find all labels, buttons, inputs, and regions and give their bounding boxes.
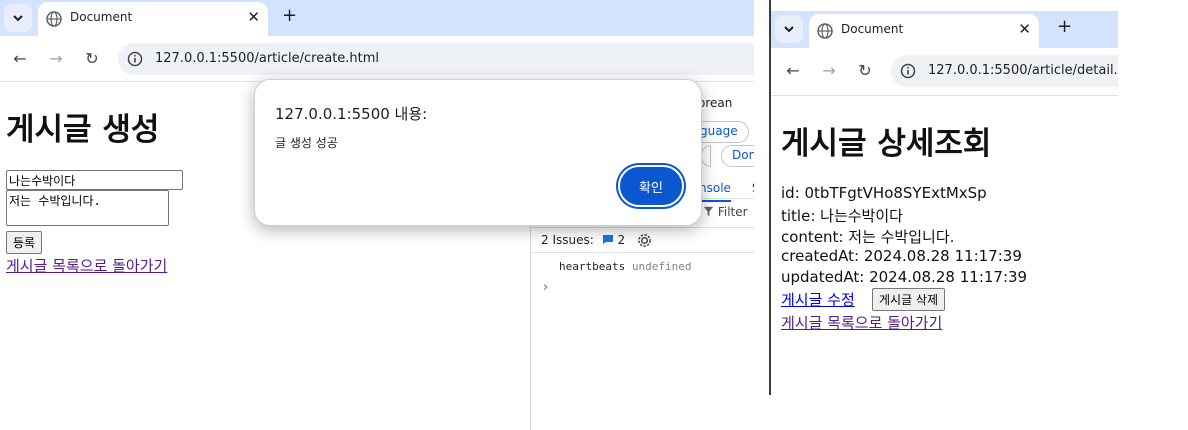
browser-window-create: Document ✕ + ← → ↻ 127.0.0.1:5500/articl… xyxy=(0,0,754,430)
tab-document[interactable]: Document ✕ xyxy=(809,14,1039,48)
filter-label: Filter xyxy=(717,205,748,219)
tab-menu-chevron-icon[interactable] xyxy=(4,4,32,32)
title-input[interactable]: 나는수박이다 xyxy=(6,170,183,190)
tab-sources[interactable]: S xyxy=(752,181,754,195)
page-title: 게시글 생성 xyxy=(6,112,160,148)
edit-article-link[interactable]: 게시글 수정 xyxy=(781,289,855,310)
url-text: 127.0.0.1:5500/article/detail.ht xyxy=(928,63,1118,78)
tab-strip: Document ✕ + xyxy=(771,11,1118,48)
log-key: heartbeats xyxy=(559,260,626,273)
issues-bar[interactable]: 2 Issues: 2 xyxy=(531,227,754,253)
tab-title: Document xyxy=(70,10,133,24)
alert-dialog: 127.0.0.1:5500 내용: 글 생성 성공 확인 xyxy=(254,79,702,226)
url-text: 127.0.0.1:5500/article/create.html xyxy=(155,51,380,66)
page-title: 게시글 상세조회 xyxy=(781,126,992,162)
gear-icon[interactable] xyxy=(637,233,652,248)
issues-count: 2 xyxy=(617,233,626,247)
dont-chip[interactable]: Don xyxy=(721,145,754,167)
globe-icon xyxy=(817,23,833,39)
info-icon[interactable] xyxy=(900,63,916,79)
issues-text: 2 Issues: xyxy=(541,233,594,247)
content-textarea[interactable]: 저는 수박입니다. xyxy=(6,190,169,226)
comment-icon xyxy=(602,235,613,244)
submit-button[interactable]: 등록 xyxy=(6,231,43,254)
back-arrow-icon[interactable]: ← xyxy=(10,49,30,69)
dialog-message: 글 생성 성공 xyxy=(275,136,338,150)
dialog-title: 127.0.0.1:5500 내용: xyxy=(275,105,428,123)
forward-arrow-icon[interactable]: → xyxy=(819,61,839,81)
detail-updated-at: updatedAt: 2024.08.28 11:17:39 xyxy=(781,268,1028,286)
console-log-line: heartbeats undefined xyxy=(559,260,691,273)
tab-document[interactable]: Document ✕ xyxy=(38,2,268,36)
delete-article-button[interactable]: 게시글 삭제 xyxy=(872,288,946,311)
filter-icon xyxy=(703,206,714,217)
address-bar[interactable]: 127.0.0.1:5500/article/detail.ht xyxy=(891,55,1118,87)
globe-icon xyxy=(46,11,62,27)
detail-id: id: 0tbTFgtVHo8SYExtMxSp xyxy=(781,184,987,202)
console-prompt-chevron-icon[interactable]: › xyxy=(543,280,548,295)
back-to-list-link[interactable]: 게시글 목록으로 돌아가기 xyxy=(6,255,167,276)
tab-console[interactable]: nsole xyxy=(699,181,731,202)
toolbar: ← → ↻ 127.0.0.1:5500/article/detail.ht xyxy=(771,48,1118,96)
tab-menu-chevron-icon[interactable] xyxy=(775,15,803,43)
toolbar: ← → ↻ 127.0.0.1:5500/article/create.html xyxy=(0,36,754,82)
detail-content: content: 저는 수박입니다. xyxy=(781,228,955,246)
address-bar[interactable]: 127.0.0.1:5500/article/create.html xyxy=(118,43,754,75)
dialog-ok-button[interactable]: 확인 xyxy=(618,165,684,207)
forward-arrow-icon[interactable]: → xyxy=(46,49,66,69)
issues-label: 2 Issues: 2 xyxy=(541,233,625,247)
plus-icon[interactable]: + xyxy=(282,5,297,26)
chip-fragment xyxy=(701,145,711,167)
browser-window-detail: Document ✕ + ← → ↻ 127.0.0.1:5500/articl… xyxy=(769,0,1118,395)
back-arrow-icon[interactable]: ← xyxy=(783,61,803,81)
back-to-list-link[interactable]: 게시글 목록으로 돌아가기 xyxy=(781,312,942,333)
filter-field[interactable]: Filter xyxy=(703,205,748,219)
detail-created-at: createdAt: 2024.08.28 11:17:39 xyxy=(781,247,1022,265)
close-icon[interactable]: ✕ xyxy=(1018,20,1031,38)
reload-icon[interactable]: ↻ xyxy=(82,49,102,69)
reload-icon[interactable]: ↻ xyxy=(855,61,875,81)
close-icon[interactable]: ✕ xyxy=(247,8,260,26)
info-icon[interactable] xyxy=(127,51,143,67)
tab-strip: Document ✕ + xyxy=(0,0,754,36)
detail-title: title: 나는수박이다 xyxy=(781,207,903,225)
plus-icon[interactable]: + xyxy=(1057,16,1072,37)
log-value: undefined xyxy=(631,260,692,273)
tab-title: Document xyxy=(841,22,904,36)
